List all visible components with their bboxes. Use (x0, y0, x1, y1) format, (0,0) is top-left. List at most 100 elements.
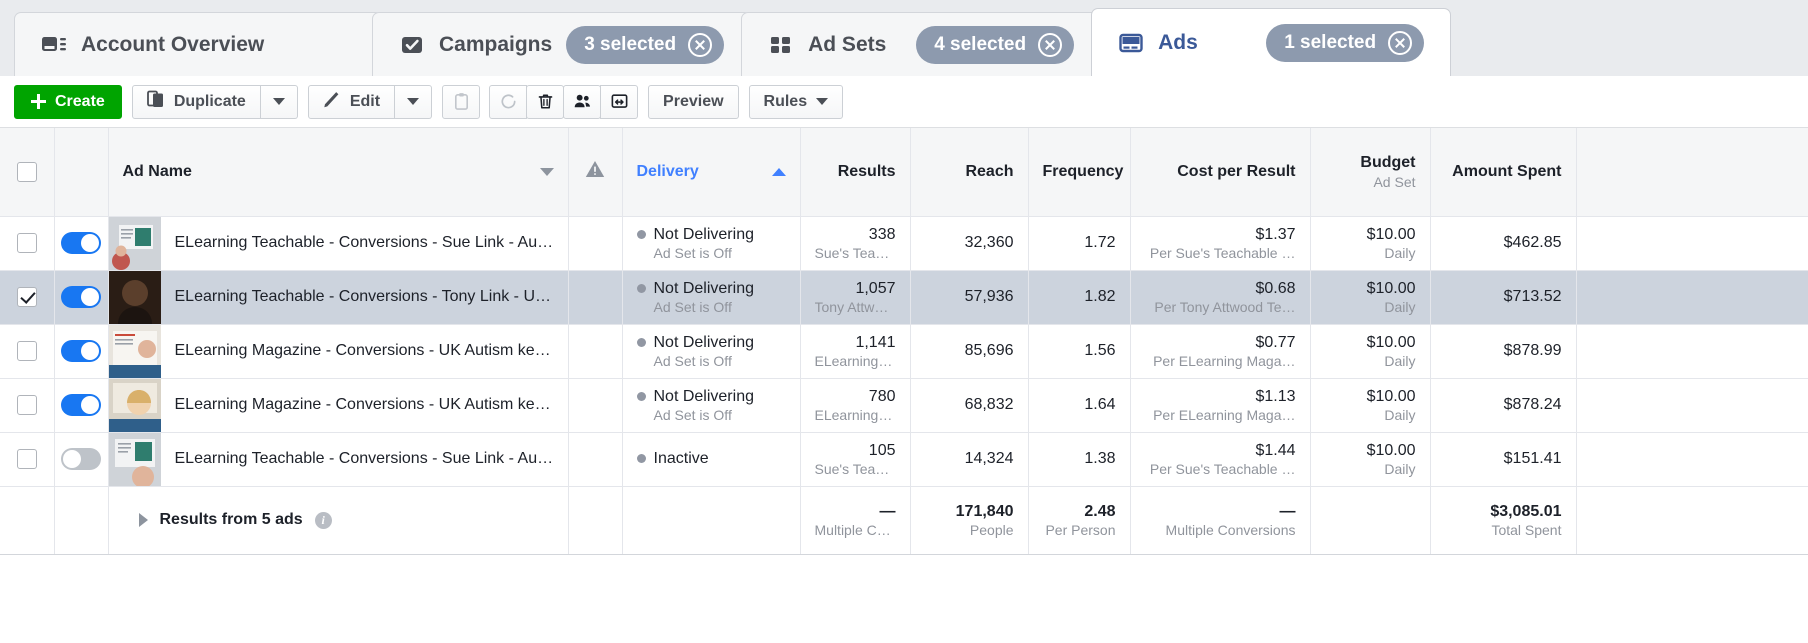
audience-button[interactable] (563, 84, 602, 119)
account-overview-icon (41, 32, 67, 58)
ad-name-label: ELearning Magazine - Conversions - UK Au… (174, 396, 554, 413)
campaigns-selected-pill[interactable]: 3 selected (566, 25, 725, 64)
budget-value: $10.00 (1366, 279, 1416, 297)
tab-account-overview[interactable]: Account Overview (14, 12, 382, 76)
summary-delivery-cell (622, 486, 801, 555)
header-reach[interactable]: Reach (910, 128, 1029, 217)
header-results[interactable]: Results (800, 128, 911, 217)
cost-per-result-value: $0.77 (1255, 333, 1296, 351)
summary-frequency-cell: 2.48 Per Person (1028, 486, 1131, 555)
header-budget[interactable]: Budget Ad Set (1310, 128, 1431, 217)
reach-cell: 85,696 (910, 324, 1029, 379)
table-row[interactable]: ELearning Teachable - Conversions - Tony… (0, 270, 1808, 325)
status-dot-icon (636, 453, 646, 463)
expand-summary-icon[interactable] (138, 513, 148, 527)
cost-per-result-value: $0.68 (1255, 279, 1296, 297)
reach-cell: 68,832 (910, 378, 1029, 433)
delivery-status: Not Delivering (653, 279, 754, 297)
table-body: ELearning Teachable - Conversions - Sue … (0, 216, 1808, 555)
summary-frequency-sublabel: Per Person (1045, 521, 1116, 538)
amount-spent-cell: $878.99 (1430, 324, 1577, 379)
table-row[interactable]: ELearning Magazine - Conversions - UK Au… (0, 378, 1808, 433)
chevron-down-icon[interactable] (539, 167, 554, 176)
header-budget-label: Budget (1360, 153, 1416, 171)
export-button[interactable] (600, 84, 639, 119)
ads-selected-pill[interactable]: 1 selected (1266, 23, 1425, 62)
clear-campaigns-selection-icon[interactable] (688, 32, 713, 57)
budget-value: $10.00 (1366, 441, 1416, 459)
row-status-toggle[interactable] (61, 448, 101, 470)
action-toolbar: Create Duplicate Edit Preview Rules (0, 76, 1808, 128)
triangle-up-icon[interactable] (771, 167, 786, 176)
row-checkbox[interactable] (16, 341, 37, 361)
pencil-icon (323, 90, 341, 113)
row-status-toggle[interactable] (61, 286, 101, 308)
duplicate-button[interactable]: Duplicate (131, 84, 261, 119)
summary-select-cell (0, 486, 55, 555)
row-status-toggle[interactable] (61, 340, 101, 362)
budget-sublabel: Daily (1384, 406, 1416, 423)
delete-button[interactable] (526, 84, 565, 119)
header-cost-per-result[interactable]: Cost per Result (1130, 128, 1311, 217)
cost-per-result-cell: $0.68 Per Tony Attwood Te… (1130, 270, 1311, 325)
row-spacer-cell (1576, 270, 1808, 325)
row-checkbox[interactable] (16, 449, 37, 469)
header-delivery[interactable]: Delivery (622, 128, 801, 217)
row-checkbox[interactable] (16, 233, 37, 253)
row-select-cell (0, 216, 55, 271)
table-row[interactable]: ELearning Teachable - Conversions - Sue … (0, 216, 1808, 271)
edit-button[interactable]: Edit (307, 84, 396, 119)
row-status-toggle[interactable] (61, 394, 101, 416)
edit-dropdown-button[interactable] (395, 84, 433, 119)
summary-cost-per-result-cell: — Multiple Conversions (1130, 486, 1311, 555)
ad-sets-selected-pill[interactable]: 4 selected (916, 25, 1075, 64)
info-icon[interactable]: i (314, 511, 332, 529)
rules-button[interactable]: Rules (748, 84, 844, 119)
create-button-label: Create (55, 92, 105, 110)
header-budget-sublabel: Ad Set (1373, 173, 1416, 190)
tab-ads[interactable]: Ads 1 selected (1091, 8, 1452, 76)
create-button[interactable]: Create (14, 84, 122, 119)
cost-per-result-sublabel: Per Tony Attwood Te… (1154, 298, 1296, 315)
table-row[interactable]: ELearning Magazine - Conversions - UK Au… (0, 324, 1808, 379)
row-status-toggle[interactable] (61, 232, 101, 254)
reach-cell: 57,936 (910, 270, 1029, 325)
select-all-checkbox[interactable] (16, 161, 37, 182)
results-value: 780 (868, 387, 896, 405)
row-action-icon-group (489, 84, 639, 119)
preview-button[interactable]: Preview (648, 84, 739, 119)
summary-amount-spent-cell: $3,085.01 Total Spent (1430, 486, 1577, 555)
table-row[interactable]: ELearning Teachable - Conversions - Sue … (0, 432, 1808, 487)
clear-ad-sets-selection-icon[interactable] (1038, 32, 1063, 57)
tab-ad-sets[interactable]: Ad Sets 4 selected (741, 12, 1102, 76)
tab-campaigns[interactable]: Campaigns 3 selected (372, 12, 752, 76)
refresh-button[interactable] (489, 84, 528, 119)
ads-table-container[interactable]: Ad Name Delivery Results Reach Frequency… (0, 128, 1808, 643)
duplicate-button-label: Duplicate (173, 92, 246, 110)
row-checkbox[interactable] (16, 395, 37, 415)
duplicate-dropdown-button[interactable] (260, 84, 298, 119)
row-spacer-cell (1576, 324, 1808, 379)
cost-per-result-cell: $1.13 Per ELearning Maga… (1130, 378, 1311, 433)
ad-name-label: ELearning Teachable - Conversions - Sue … (174, 234, 554, 251)
header-frequency[interactable]: Frequency (1028, 128, 1131, 217)
clear-ads-selection-icon[interactable] (1388, 30, 1413, 55)
trash-icon (538, 94, 552, 109)
results-cell: 338 Sue's Teacha… (800, 216, 911, 271)
row-toggle-cell (54, 216, 109, 271)
row-checkbox[interactable] (16, 287, 37, 307)
header-amount-spent[interactable]: Amount Spent (1430, 128, 1577, 217)
ad-name-cell: ELearning Magazine - Conversions - UK Au… (108, 324, 569, 379)
results-value: 1,141 (855, 333, 896, 351)
amount-spent-cell: $878.24 (1430, 378, 1577, 433)
results-cell: 105 Sue's Teacha… (800, 432, 911, 487)
header-ad-name[interactable]: Ad Name (108, 128, 569, 217)
header-ad-name-label: Ad Name (122, 162, 192, 180)
ad-thumbnail (108, 432, 161, 486)
row-warning-cell (568, 432, 623, 487)
results-sublabel: Sue's Teacha… (814, 460, 896, 477)
cost-per-result-sublabel: Per ELearning Maga… (1153, 406, 1296, 423)
row-warning-cell (568, 216, 623, 271)
summary-row: Results from 5 ads i — Multiple Con… 171… (0, 486, 1808, 555)
ad-name-cell: ELearning Teachable - Conversions - Tony… (108, 270, 569, 325)
